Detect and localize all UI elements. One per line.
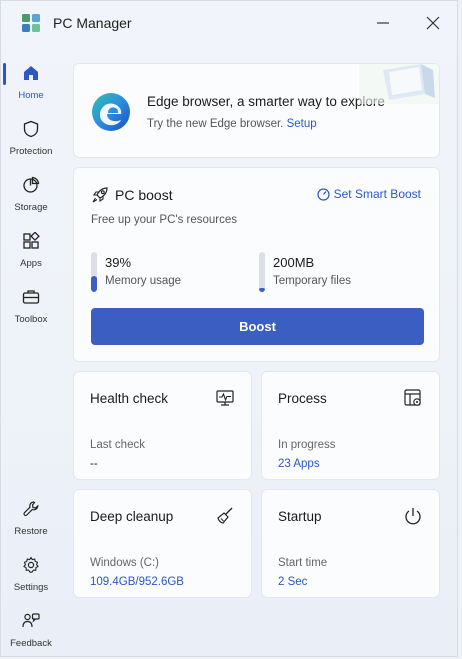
sidebar-item-restore[interactable]: Restore [1,489,61,539]
process-tile[interactable]: Process In progress 23 Apps [261,371,440,480]
sidebar-item-settings[interactable]: Settings [1,545,61,595]
startup-title: Startup [278,509,322,524]
laptop-illustration-icon [359,64,439,104]
pc-boost-subtitle: Free up your PC's resources [91,214,238,226]
broom-icon [217,507,233,524]
title-bar: PC Manager [1,1,457,45]
temporary-files-bar [259,252,265,292]
sidebar-item-label: Home [18,90,44,101]
sidebar-item-label: Settings [13,582,49,593]
sidebar-item-label: Feedback [10,638,52,649]
window-gear-icon [404,389,421,406]
edge-logo-icon [92,93,130,131]
feedback-icon [22,613,40,628]
edge-promo-card[interactable]: Edge browser, a smarter way to explore T… [73,63,440,158]
health-check-value: -- [90,458,98,470]
active-indicator [3,63,6,85]
memory-usage-bar [91,252,97,292]
promo-subtitle-text: Try the new Edge browser. [147,118,284,130]
minimize-button[interactable] [373,13,393,33]
apps-grid-icon [23,232,40,249]
memory-usage-fill [91,276,97,292]
wrench-icon [23,501,39,517]
health-check-sub: Last check [90,439,145,451]
startup-value: 2 Sec [278,576,308,588]
power-icon [405,508,421,525]
set-smart-boost-label: Set Smart Boost [333,187,421,201]
deep-cleanup-value: 109.4GB/952.6GB [90,576,184,588]
promo-subtitle: Try the new Edge browser. Setup [147,118,317,130]
sidebar-item-feedback[interactable]: Feedback [1,601,61,651]
sidebar-item-home[interactable]: Home [1,53,61,103]
boost-button[interactable]: Boost [91,308,424,345]
gear-icon [23,556,39,573]
deep-cleanup-tile[interactable]: Deep cleanup Windows (C:) 109.4GB/952.6G… [73,489,252,598]
temporary-files-metric: 200MB Temporary files [259,252,409,292]
temporary-files-label: Temporary files [273,275,351,287]
pc-manager-logo-icon [22,14,40,32]
sidebar-item-toolbox[interactable]: Toolbox [1,277,61,327]
setup-link[interactable]: Setup [287,118,317,130]
sidebar-item-label: Apps [20,258,42,269]
process-title: Process [278,391,327,406]
health-check-tile[interactable]: Health check Last check -- [73,371,252,480]
sidebar-item-apps[interactable]: Apps [1,221,61,271]
close-icon [426,16,440,30]
process-sub: In progress [278,439,336,451]
memory-usage-label: Memory usage [105,275,182,287]
close-button[interactable] [423,13,443,33]
pc-manager-window: PC Manager Home Protection Storage Apps … [0,0,458,657]
process-value[interactable]: 23 Apps [278,458,320,470]
sidebar-item-label: Protection [9,146,53,157]
minimize-icon [377,22,389,24]
sidebar-item-protection[interactable]: Protection [1,109,61,159]
pie-chart-icon [23,176,40,193]
pc-boost-card: PC boost Set Smart Boost Free up your PC… [73,167,440,362]
toolbox-icon [22,290,40,304]
promo-title: Edge browser, a smarter way to explore [147,94,385,109]
sidebar-item-label: Restore [14,526,48,537]
deep-cleanup-title: Deep cleanup [90,509,174,524]
memory-usage-metric: 39% Memory usage [91,252,241,292]
health-check-title: Health check [90,391,169,406]
home-icon [24,66,38,80]
temporary-files-fill [259,288,265,292]
monitor-pulse-icon [216,390,234,406]
startup-tile[interactable]: Startup Start time 2 Sec [261,489,440,598]
temporary-files-value: 200MB [273,255,315,270]
deep-cleanup-sub: Windows (C:) [90,557,160,569]
rocket-icon [92,187,108,203]
sidebar-item-label: Storage [14,202,48,213]
startup-sub: Start time [278,557,328,569]
sidebar: Home Protection Storage Apps Toolbox Res… [1,53,61,653]
pc-boost-title: PC boost [115,187,173,203]
sidebar-item-label: Toolbox [14,314,48,325]
shield-icon [23,120,39,138]
memory-usage-value: 39% [105,255,132,270]
app-title: PC Manager [53,15,132,31]
set-smart-boost-link[interactable]: Set Smart Boost [317,187,421,201]
gauge-icon [317,187,330,201]
sidebar-item-storage[interactable]: Storage [1,165,61,215]
